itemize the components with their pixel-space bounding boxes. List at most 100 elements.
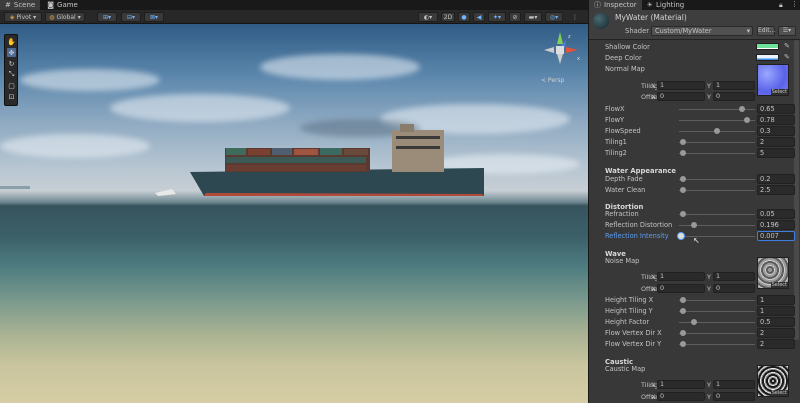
hand-tool-button[interactable]: ✋ <box>7 37 16 46</box>
normal-map-offset-x-field[interactable]: 0 <box>657 92 705 101</box>
slider-handle[interactable] <box>691 222 698 228</box>
gizmo-x-cone[interactable] <box>566 47 578 53</box>
gizmo-center[interactable] <box>556 46 564 54</box>
reflection-distortion-slider[interactable] <box>679 222 755 228</box>
flowx-value-field[interactable]: 0.65 <box>757 104 795 114</box>
noise-map-texture-slot[interactable]: Select <box>757 257 789 289</box>
normal-map-offset-y-field[interactable]: 0 <box>713 92 755 101</box>
slider-handle[interactable] <box>714 128 720 134</box>
flowx-slider[interactable] <box>679 106 755 112</box>
flow-vertex-dir-y-slider[interactable] <box>679 341 755 347</box>
snap-settings-button[interactable]: ⊟▾ <box>121 12 141 22</box>
rotate-tool-button[interactable]: ↻ <box>7 59 16 68</box>
water-clean-value-field[interactable]: 2.5 <box>757 185 795 195</box>
normal-map-tiling-y-field[interactable]: 1 <box>713 81 755 90</box>
reflection-distortion-value-field[interactable]: 0.196 <box>757 220 795 230</box>
slider-handle[interactable] <box>679 308 686 314</box>
normal-map-select-button[interactable]: Select <box>770 89 788 95</box>
gizmo-neg-y-cone[interactable] <box>557 54 563 64</box>
shallow-color-swatch[interactable] <box>756 43 779 50</box>
lock-icon[interactable]: 🔒︎ <box>779 1 783 10</box>
deep-color-swatch[interactable] <box>756 54 779 61</box>
persp-label[interactable]: < Persp <box>541 77 564 84</box>
noise-map-select-button[interactable]: Select <box>770 282 788 288</box>
flowspeed-value-field[interactable]: 0.3 <box>757 126 795 136</box>
eyedropper-icon[interactable]: ✎ <box>784 42 790 50</box>
transform-tool-button[interactable]: ⊡ <box>7 92 16 101</box>
normal-map-texture-slot[interactable]: Select <box>757 64 789 96</box>
flowspeed-slider[interactable] <box>679 128 755 134</box>
increment-snap-button[interactable]: ⊠▾ <box>144 12 164 22</box>
orientation-gizmo[interactable]: y x z <box>540 30 580 78</box>
scene-viewport[interactable]: ✋ ✥ ↻ ⤡ ▢ ⊡ y x z < Persp <box>0 24 588 403</box>
slider-handle[interactable] <box>679 187 686 193</box>
tab-scene[interactable]: # Scene <box>0 0 41 10</box>
depth-fade-slider[interactable] <box>679 176 755 182</box>
gizmo-neg-x-cone[interactable] <box>544 47 554 53</box>
height-tiling-y-slider[interactable] <box>679 308 755 314</box>
effects-dropdown[interactable]: ✦▾ <box>488 12 506 22</box>
hidden-objects-toggle[interactable]: ⊘ <box>509 12 521 22</box>
draw-mode-button[interactable]: ◐▾ <box>418 12 438 22</box>
flowy-value-field[interactable]: 0.78 <box>757 115 795 125</box>
noise-map-offset-y-field[interactable]: 0 <box>713 284 755 293</box>
tiling2-slider[interactable] <box>679 150 755 156</box>
eyedropper-icon[interactable]: ✎ <box>784 53 790 61</box>
shader-options-button[interactable]: ☰▾ <box>778 26 796 36</box>
grid-snap-button[interactable]: ⊞▾ <box>97 12 117 22</box>
height-tiling-x-value-field[interactable]: 1 <box>757 295 795 305</box>
edit-shader-button[interactable]: Edit... <box>757 26 775 36</box>
caustic-map-tiling-y-field[interactable]: 1 <box>713 380 755 389</box>
reflection-intensity-slider[interactable] <box>678 233 755 239</box>
tiling1-value-field[interactable]: 2 <box>757 137 795 147</box>
slider-handle[interactable] <box>679 176 686 182</box>
noise-map-tiling-y-field[interactable]: 1 <box>713 272 755 281</box>
caustic-map-select-button[interactable]: Select <box>770 390 788 396</box>
flow-vertex-dir-y-value-field[interactable]: 2 <box>757 339 795 349</box>
flow-vertex-dir-x-slider[interactable] <box>679 330 755 336</box>
global-dropdown[interactable]: ◍ Global ▾ <box>45 12 85 22</box>
slider-handle[interactable] <box>691 319 698 325</box>
slider-handle[interactable] <box>679 330 686 336</box>
move-tool-button[interactable]: ✥ <box>7 48 16 57</box>
slider-handle[interactable] <box>679 341 686 347</box>
height-factor-slider[interactable] <box>679 319 755 325</box>
mode-2d-button[interactable]: 2D <box>441 12 455 22</box>
caustic-map-offset-x-field[interactable]: 0 <box>657 392 705 401</box>
caustic-map-offset-y-field[interactable]: 0 <box>713 392 755 401</box>
noise-map-offset-x-field[interactable]: 0 <box>657 284 705 293</box>
audio-toggle[interactable]: ◀ <box>473 12 485 22</box>
slider-handle[interactable] <box>679 139 686 145</box>
reflection-intensity-value-field[interactable]: 0.007 <box>757 231 795 241</box>
pivot-dropdown[interactable]: ◈ Pivot ▾ <box>4 12 42 22</box>
flow-vertex-dir-x-value-field[interactable]: 2 <box>757 328 795 338</box>
kebab-icon[interactable]: ⋮ <box>791 0 798 8</box>
refraction-slider[interactable] <box>679 211 755 217</box>
slider-handle[interactable] <box>678 233 685 239</box>
caustic-map-texture-slot[interactable]: Select <box>757 365 789 397</box>
slider-handle[interactable] <box>679 150 686 156</box>
normal-map-tiling-x-field[interactable]: 1 <box>657 81 705 90</box>
gizmo-y-cone[interactable] <box>557 32 563 44</box>
tab-game[interactable]: ◙ Game <box>42 0 83 10</box>
flowy-slider[interactable] <box>679 117 755 123</box>
tiling2-value-field[interactable]: 5 <box>757 148 795 158</box>
gizmos-dropdown[interactable]: ◎▾ <box>545 12 563 22</box>
height-tiling-x-slider[interactable] <box>679 297 755 303</box>
slider-handle[interactable] <box>739 106 746 112</box>
height-factor-value-field[interactable]: 0.5 <box>757 317 795 327</box>
height-tiling-y-value-field[interactable]: 1 <box>757 306 795 316</box>
slider-handle[interactable] <box>679 297 686 303</box>
lighting-toggle[interactable]: ● <box>458 12 470 22</box>
camera-dropdown[interactable]: ▬▾ <box>524 12 542 22</box>
depth-fade-value-field[interactable]: 0.2 <box>757 174 795 184</box>
noise-map-tiling-x-field[interactable]: 1 <box>657 272 705 281</box>
caustic-map-tiling-x-field[interactable]: 1 <box>657 380 705 389</box>
scale-tool-button[interactable]: ⤡ <box>7 70 16 79</box>
refraction-value-field[interactable]: 0.05 <box>757 209 795 219</box>
rect-tool-button[interactable]: ▢ <box>7 81 16 90</box>
water-clean-slider[interactable] <box>679 187 755 193</box>
tab-lighting[interactable]: ☀ Lighting <box>642 0 690 10</box>
shader-dropdown[interactable]: Custom/MyWater ▾ <box>651 26 753 36</box>
slider-handle[interactable] <box>743 117 750 123</box>
